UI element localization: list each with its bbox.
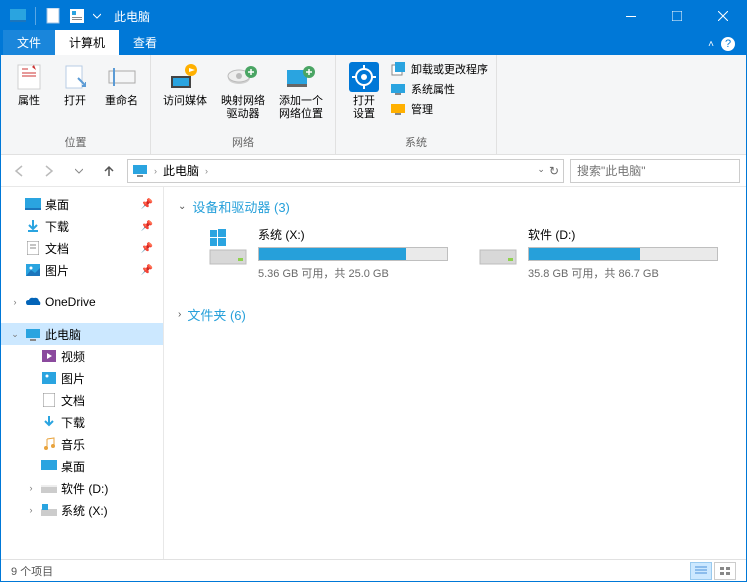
address-bar[interactable]: › 此电脑 › ⌄ ↻ [127,159,564,183]
nav-recent-button[interactable] [67,159,91,183]
nav-pictures[interactable]: 图片📌 [1,259,163,281]
quick-access-toolbar [1,5,104,27]
drive-name: 系统 (X:) [258,226,448,243]
pin-icon: 📌 [141,243,153,254]
window-title: 此电脑 [104,8,150,25]
ribbon-group-network: 访问媒体 映射网络 驱动器 添加一个 网络位置 网络 [151,55,336,154]
nav-desktop[interactable]: 桌面📌 [1,193,163,215]
add-location-button[interactable]: 添加一个 网络位置 [275,59,327,123]
chevron-down-icon: ⌄ [178,201,186,212]
close-button[interactable] [700,1,746,31]
nav-back-button[interactable] [7,159,31,183]
maximize-button[interactable] [654,1,700,31]
help-icon[interactable]: ? [720,36,736,52]
capacity-bar [528,247,718,261]
tab-file[interactable]: 文件 [3,30,55,55]
qat-properties-icon[interactable] [66,5,88,27]
ribbon-group-system: 打开 设置 卸载或更改程序 系统属性 管理 系统 [336,55,497,154]
ribbon-group-location: 属性 打开 重命名 位置 [1,55,151,154]
ribbon: 属性 打开 重命名 位置 访问媒体 映射网络 驱动器 [1,55,746,155]
nav-documents-2[interactable]: 文档 [1,389,163,411]
collapse-icon[interactable]: ⌄ [9,329,21,340]
drive-icon [208,226,248,266]
properties-button[interactable]: 属性 [9,59,49,110]
uninstall-programs-button[interactable]: 卸载或更改程序 [390,61,488,77]
map-drive-button[interactable]: 映射网络 驱动器 [217,59,269,123]
nav-downloads-2[interactable]: 下载 [1,411,163,433]
system-properties-button[interactable]: 系统属性 [390,81,488,97]
address-dropdown-icon[interactable]: ⌄ [537,164,545,178]
nav-up-button[interactable] [97,159,121,183]
tab-view[interactable]: 查看 [119,30,171,55]
capacity-bar [258,247,448,261]
qat-new-icon[interactable] [42,5,64,27]
refresh-icon[interactable]: ↻ [549,164,559,178]
drive-capacity: 35.8 GB 可用，共 86.7 GB [528,265,718,281]
chevron-right-icon[interactable]: › [205,166,208,176]
section-folders[interactable]: › 文件夹 (6) [178,305,732,324]
expand-icon[interactable]: › [9,297,21,307]
view-icons-button[interactable] [714,562,736,580]
pin-icon: 📌 [141,265,153,276]
nav-this-pc[interactable]: ⌄此电脑 [1,323,163,345]
nav-drive-x[interactable]: ›系统 (X:) [1,499,163,521]
open-button[interactable]: 打开 [55,59,95,110]
content-pane: ⌄ 设备和驱动器 (3) 系统 (X:) 5.36 GB 可用，共 25.0 G… [164,187,746,559]
pin-icon: 📌 [141,221,153,232]
view-details-button[interactable] [690,562,712,580]
nav-desktop-2[interactable]: 桌面 [1,455,163,477]
item-count: 9 个项目 [11,563,53,579]
drive-icon [478,226,518,266]
nav-drive-d[interactable]: ›软件 (D:) [1,477,163,499]
chevron-right-icon: › [178,309,181,320]
pc-icon [132,164,148,178]
address-row: › 此电脑 › ⌄ ↻ [1,155,746,187]
search-box[interactable] [570,159,740,183]
rename-button[interactable]: 重命名 [101,59,142,110]
drive-item[interactable]: 系统 (X:) 5.36 GB 可用，共 25.0 GB [208,226,448,281]
nav-onedrive[interactable]: ›OneDrive [1,291,163,313]
nav-videos[interactable]: 视频 [1,345,163,367]
open-settings-button[interactable]: 打开 设置 [344,59,384,123]
drive-item[interactable]: 软件 (D:) 35.8 GB 可用，共 86.7 GB [478,226,718,281]
search-input[interactable] [577,164,732,178]
manage-button[interactable]: 管理 [390,101,488,117]
nav-music[interactable]: 音乐 [1,433,163,455]
drive-capacity: 5.36 GB 可用，共 25.0 GB [258,265,448,281]
divider [35,7,36,25]
ribbon-tabs: 文件 计算机 查看 ˄ ? [1,31,746,55]
pin-icon: 📌 [141,199,153,210]
minimize-button[interactable] [608,1,654,31]
expand-icon[interactable]: › [25,483,37,493]
title-bar: 此电脑 [1,1,746,31]
nav-forward-button[interactable] [37,159,61,183]
expand-icon[interactable]: › [25,505,37,515]
nav-pictures-2[interactable]: 图片 [1,367,163,389]
nav-documents[interactable]: 文档📌 [1,237,163,259]
ribbon-collapse-icon[interactable]: ˄ [708,39,714,50]
app-icon[interactable] [7,5,29,27]
access-media-button[interactable]: 访问媒体 [159,59,211,110]
tab-computer[interactable]: 计算机 [55,30,119,55]
drive-name: 软件 (D:) [528,226,718,243]
section-devices[interactable]: ⌄ 设备和驱动器 (3) [178,197,732,216]
status-bar: 9 个项目 [1,559,746,581]
nav-downloads[interactable]: 下载📌 [1,215,163,237]
breadcrumb[interactable]: 此电脑 [163,162,199,179]
qat-dropdown-icon[interactable] [90,5,104,27]
navigation-pane: 桌面📌 下载📌 文档📌 图片📌 ›OneDrive ⌄此电脑 视频 图片 文档 … [1,187,164,559]
chevron-right-icon[interactable]: › [154,166,157,176]
